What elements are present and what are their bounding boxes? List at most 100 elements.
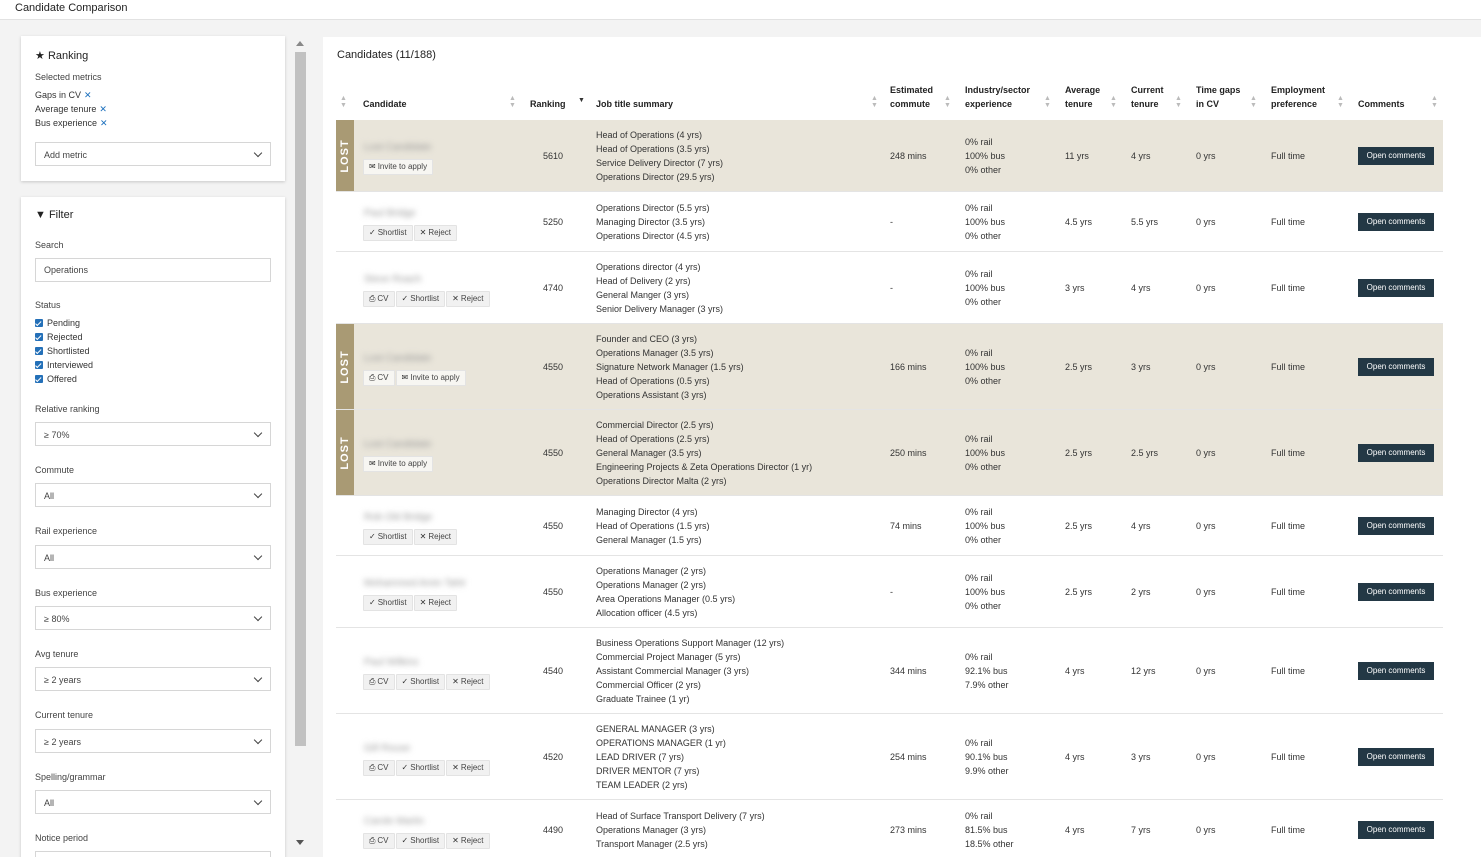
- job-title: Transport Manager (2.5 yrs): [596, 839, 708, 849]
- filter-card: ▼ Filter Search Status Pending Rejected …: [21, 197, 285, 857]
- spelling-grammar-select[interactable]: All: [35, 790, 271, 814]
- sort-icon[interactable]: ▲ ▼: [1337, 95, 1344, 109]
- left-scrollbar[interactable]: [293, 38, 307, 853]
- candidate-name[interactable]: Gill Rouse: [364, 743, 410, 754]
- sort-desc-icon[interactable]: ▼: [578, 97, 585, 104]
- reject-button[interactable]: ✕ Reject: [446, 760, 490, 776]
- column-header-average-tenure[interactable]: Average tenure: [1065, 83, 1100, 111]
- star-icon: ★: [35, 50, 45, 62]
- open-comments-button[interactable]: Open comments: [1358, 748, 1434, 766]
- scroll-up-icon[interactable]: [296, 41, 304, 46]
- column-header-comments[interactable]: Comments: [1358, 97, 1405, 111]
- status-checkbox-offered[interactable]: Offered: [35, 374, 77, 384]
- shortlist-button[interactable]: ✓ Shortlist: [395, 833, 446, 849]
- notice-period-label: Notice period: [35, 833, 89, 843]
- rail-experience-select[interactable]: All: [35, 545, 271, 569]
- candidate-name[interactable]: Mohammed Amin Tahir: [364, 578, 466, 589]
- status-checkbox-shortlisted[interactable]: Shortlisted: [35, 346, 90, 356]
- reject-button[interactable]: ✕ Reject: [413, 595, 457, 611]
- column-header-time-gaps[interactable]: Time gaps in CV: [1196, 83, 1240, 111]
- column-header-candidate[interactable]: Candidate: [363, 97, 407, 111]
- candidate-name[interactable]: Lost Candidate: [364, 353, 431, 364]
- invite-button[interactable]: ✉ Invite to apply: [363, 159, 434, 175]
- reject-button[interactable]: ✕ Reject: [446, 833, 490, 849]
- reject-button[interactable]: ✕ Reject: [413, 529, 457, 545]
- shortlist-button[interactable]: ✓ Shortlist: [363, 529, 413, 545]
- candidate-name[interactable]: Lost Candidate: [364, 439, 431, 450]
- reject-button[interactable]: ✕ Reject: [446, 674, 490, 690]
- scrollbar-thumb[interactable]: [295, 52, 306, 746]
- cv-button[interactable]: ⎙ CV: [363, 674, 395, 690]
- remove-metric-icon[interactable]: ✕: [84, 90, 92, 100]
- column-header-current-tenure[interactable]: Current tenure: [1131, 83, 1164, 111]
- open-comments-button[interactable]: Open comments: [1358, 358, 1434, 376]
- sort-icon[interactable]: ▲ ▼: [1431, 95, 1438, 109]
- shortlist-button[interactable]: ✓ Shortlist: [363, 595, 413, 611]
- shortlist-button[interactable]: ✓ Shortlist: [363, 225, 413, 241]
- job-title: General Manager (1.5 yrs): [596, 535, 702, 545]
- candidate-name[interactable]: Paul Wilkins: [364, 657, 418, 668]
- sort-icon[interactable]: ▲ ▼: [1175, 95, 1182, 109]
- remove-metric-icon[interactable]: ✕: [100, 118, 108, 128]
- reject-button[interactable]: ✕ Reject: [413, 225, 457, 241]
- notice-period-select[interactable]: [35, 851, 271, 857]
- cv-button[interactable]: ⎙ CV: [363, 833, 395, 849]
- table-row: Rob Old Bridge ✓ Shortlist ✕ Reject 4550 Manag…: [336, 496, 1443, 556]
- reject-button[interactable]: ✕ Reject: [446, 291, 490, 307]
- candidate-name[interactable]: Paul Bridge: [364, 208, 416, 219]
- lost-tag: LOST: [336, 410, 354, 495]
- sort-icon[interactable]: ▲ ▼: [944, 95, 951, 109]
- cv-button[interactable]: ⎙ CV: [363, 760, 395, 776]
- candidate-name[interactable]: Steve Roach: [364, 274, 421, 285]
- status-checkbox-interviewed[interactable]: Interviewed: [35, 360, 93, 370]
- open-comments-button[interactable]: Open comments: [1358, 213, 1434, 231]
- shortlist-button[interactable]: ✓ Shortlist: [395, 674, 446, 690]
- column-header-employment[interactable]: Employment preference: [1271, 83, 1325, 111]
- commute-value: 344 mins: [890, 666, 927, 676]
- open-comments-button[interactable]: Open comments: [1358, 662, 1434, 680]
- sort-icon[interactable]: ▲ ▼: [509, 95, 516, 109]
- time-gaps-value: 0 yrs: [1196, 362, 1216, 372]
- relative-ranking-select[interactable]: ≥ 70%: [35, 422, 271, 446]
- remove-metric-icon[interactable]: ✕: [99, 104, 107, 114]
- current-tenure-select[interactable]: ≥ 2 years: [35, 729, 271, 753]
- cv-button[interactable]: ⎙ CV: [363, 291, 395, 307]
- open-comments-button[interactable]: Open comments: [1358, 444, 1434, 462]
- candidate-name[interactable]: Rob Old Bridge: [364, 512, 432, 523]
- column-header-commute[interactable]: Estimated commute: [890, 83, 933, 111]
- status-checkbox-pending[interactable]: Pending: [35, 318, 80, 328]
- scroll-down-icon[interactable]: [296, 840, 304, 845]
- column-header-job-title[interactable]: Job title summary: [596, 97, 673, 111]
- sort-icon[interactable]: ▲ ▼: [1044, 95, 1051, 109]
- close-icon: ✕: [419, 228, 427, 237]
- column-header-ranking[interactable]: Ranking: [530, 97, 566, 111]
- avg-tenure-select[interactable]: ≥ 2 years: [35, 667, 271, 691]
- commute-select[interactable]: All: [35, 483, 271, 507]
- open-comments-button[interactable]: Open comments: [1358, 147, 1434, 165]
- candidate-name[interactable]: Lost Candidate: [364, 142, 431, 153]
- candidate-actions: ✓ Shortlist ✕ Reject: [363, 225, 458, 241]
- industry-value: 0% rail: [965, 573, 993, 583]
- cv-button[interactable]: ⎙ CV: [363, 370, 395, 386]
- sort-icon[interactable]: ▲ ▼: [1110, 95, 1117, 109]
- candidate-name[interactable]: Carole Martin: [364, 816, 424, 827]
- job-title: General Manager (3.5 yrs): [596, 448, 702, 458]
- shortlist-button[interactable]: ✓ Shortlist: [395, 760, 446, 776]
- open-comments-button[interactable]: Open comments: [1358, 279, 1434, 297]
- search-input[interactable]: [35, 258, 271, 282]
- relative-ranking-label: Relative ranking: [35, 404, 100, 414]
- open-comments-button[interactable]: Open comments: [1358, 821, 1434, 839]
- invite-button[interactable]: ✉ Invite to apply: [363, 456, 434, 472]
- status-checkbox-rejected[interactable]: Rejected: [35, 332, 83, 342]
- sort-icon[interactable]: ▲ ▼: [340, 95, 347, 109]
- add-metric-select[interactable]: Add metric: [35, 142, 271, 166]
- bus-experience-select[interactable]: ≥ 80%: [35, 606, 271, 630]
- job-title: Graduate Trainee (1 yr): [596, 694, 690, 704]
- invite-button[interactable]: ✉ Invite to apply: [395, 370, 466, 386]
- sort-icon[interactable]: ▲ ▼: [871, 95, 878, 109]
- shortlist-button[interactable]: ✓ Shortlist: [395, 291, 446, 307]
- column-header-industry[interactable]: Industry/sector experience: [965, 83, 1030, 111]
- sort-icon[interactable]: ▲ ▼: [1250, 95, 1257, 109]
- open-comments-button[interactable]: Open comments: [1358, 583, 1434, 601]
- open-comments-button[interactable]: Open comments: [1358, 517, 1434, 535]
